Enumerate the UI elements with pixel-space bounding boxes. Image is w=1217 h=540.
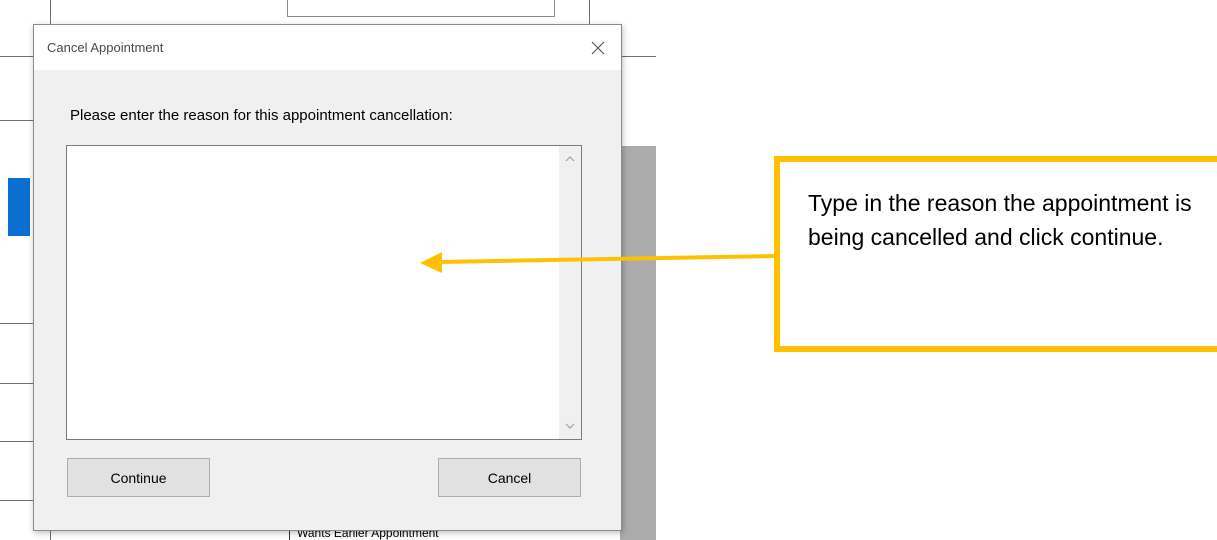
callout-text: Type in the reason the appointment is be… [808,190,1192,250]
arrow-left-icon [439,254,777,264]
arrow-head [420,252,442,273]
instruction-callout: Type in the reason the appointment is be… [774,156,1217,352]
